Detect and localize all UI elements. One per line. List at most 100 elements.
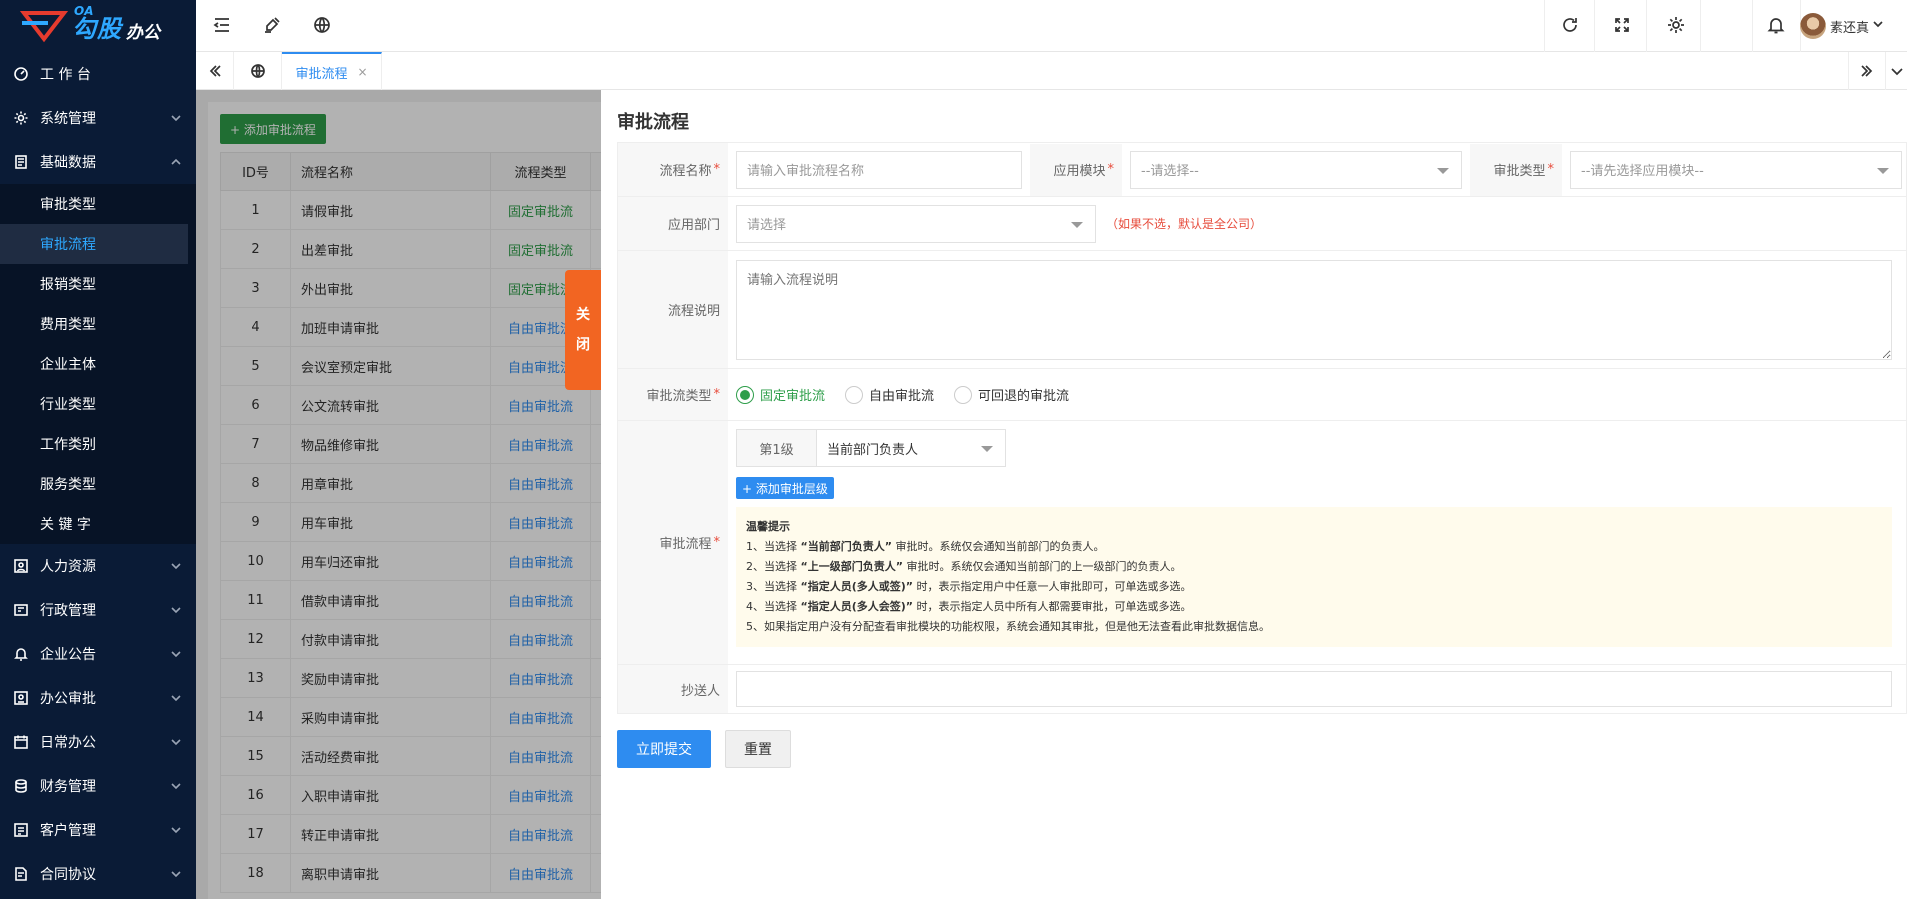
module-label: 应用模块 * bbox=[1030, 143, 1122, 196]
name-label: 流程名称 * bbox=[618, 143, 728, 196]
sidebar-subitem-1[interactable]: 审批流程 bbox=[0, 224, 188, 264]
sidebar-subitem-7[interactable]: 服务类型 bbox=[0, 464, 196, 504]
approval-icon bbox=[12, 689, 30, 707]
globe-icon[interactable] bbox=[310, 13, 334, 37]
tab-approval-flow[interactable]: 审批流程 × bbox=[282, 52, 382, 90]
reset-button[interactable]: 重置 bbox=[725, 730, 791, 768]
sidebar-subitem-2[interactable]: 报销类型 bbox=[0, 264, 196, 304]
dept-select[interactable]: 请选择 bbox=[736, 204, 1096, 243]
dept-hint: （如果不选，默认是全公司） bbox=[1106, 217, 1263, 231]
chevron-down-icon bbox=[170, 648, 182, 660]
close-char-2: 闭 bbox=[576, 337, 590, 353]
chevron-up-icon bbox=[170, 156, 182, 168]
module-select[interactable]: --请选择-- bbox=[1130, 150, 1462, 189]
settings-icon bbox=[12, 109, 30, 127]
level-tag: 第1级 bbox=[737, 430, 817, 466]
tip-line: 2、当选择 “上一级部门负责人” 审批时。系统仅会通知当前部门的上一级部门的负责… bbox=[746, 560, 1182, 573]
home-tab-icon[interactable] bbox=[234, 52, 282, 90]
chevron-down-icon bbox=[170, 692, 182, 704]
close-char-1: 关 bbox=[576, 307, 590, 323]
bell-icon[interactable] bbox=[1764, 13, 1788, 37]
sidebar-submenu: 审批类型 审批流程 报销类型 费用类型 企业主体 行业类型 工作类别 服务类型关 键 字 bbox=[0, 184, 196, 544]
sidebar-item-10[interactable]: 合同协议 bbox=[0, 852, 196, 896]
clean-cache-icon[interactable] bbox=[260, 13, 284, 37]
sidebar-item-5[interactable]: 企业公告 bbox=[0, 632, 196, 676]
flow-form: 流程名称 * 请输入审批流程名称 应用模块 * --请选择-- 审批类型 * --请先… bbox=[617, 142, 1907, 714]
chevron-down-icon bbox=[170, 868, 182, 880]
sidebar-item-label: 人力资源 bbox=[40, 559, 96, 575]
sidebar-subitem-8[interactable]: 关 键 字 bbox=[0, 504, 196, 544]
sidebar-item-label: 基础数据 bbox=[40, 155, 96, 171]
type-select[interactable]: --请先选择应用模块-- bbox=[1570, 150, 1902, 189]
chevron-down-icon bbox=[170, 560, 182, 572]
user-menu[interactable]: 素还真 bbox=[1799, 13, 1885, 39]
sidebar-item-3[interactable]: 人力资源 bbox=[0, 544, 196, 588]
tip-line: 3、当选择 “指定人员(多人或签)” 时，表示指定用户中任意一人审批即可，可单选… bbox=[746, 580, 1192, 593]
chevron-down-icon bbox=[170, 112, 182, 124]
menu-collapse-icon[interactable] bbox=[210, 13, 234, 37]
chevron-down-icon bbox=[170, 736, 182, 748]
logo-sub: 办公 bbox=[126, 22, 160, 43]
sidebar-item-6[interactable]: 办公审批 bbox=[0, 676, 196, 720]
sidebar-item-7[interactable]: 日常办公 bbox=[0, 720, 196, 764]
sidebar-item-1[interactable]: 系统管理 bbox=[0, 96, 196, 140]
level-select[interactable]: 当前部门负责人 bbox=[817, 430, 1005, 466]
close-icon[interactable]: × bbox=[357, 65, 367, 79]
sidebar-item-2[interactable]: 基础数据 bbox=[0, 140, 196, 184]
sidebar-subitem-4[interactable]: 企业主体 bbox=[0, 344, 196, 384]
bell-icon bbox=[12, 645, 30, 663]
form-row-basic: 流程名称 * 请输入审批流程名称 应用模块 * --请选择-- 审批类型 * --请先… bbox=[618, 143, 1906, 197]
tabs-dropdown-icon[interactable] bbox=[1886, 52, 1907, 90]
flowtype-label: 审批流类型 * bbox=[618, 369, 728, 420]
tabs-scroll-right-icon[interactable] bbox=[1848, 52, 1886, 90]
sidebar-item-0[interactable]: 工 作 台 bbox=[0, 52, 196, 96]
person-icon bbox=[12, 557, 30, 575]
submit-button[interactable]: 立即提交 bbox=[617, 730, 711, 768]
sidebar: OA 勾股 办公 工 作 台系统管理 基础数据 审批类型 审批流程 报销类型 费用类型 企业… bbox=[0, 0, 196, 899]
sidebar-item-label: 客户管理 bbox=[40, 823, 96, 839]
add-level-button[interactable]: + 添加审批层级 bbox=[736, 477, 834, 499]
desc-textarea[interactable] bbox=[736, 259, 1892, 360]
radio-rollback-flow[interactable]: 可回退的审批流 bbox=[954, 385, 1069, 404]
dept-label: 应用部门 bbox=[618, 197, 728, 250]
fullscreen-icon[interactable] bbox=[1610, 13, 1634, 37]
sidebar-subitem-0[interactable]: 审批类型 bbox=[0, 184, 196, 224]
level-row: 第1级 当前部门负责人 bbox=[736, 429, 1006, 467]
sidebar-item-8[interactable]: 财务管理 bbox=[0, 764, 196, 808]
sidebar-item-9[interactable]: 客户管理 bbox=[0, 808, 196, 852]
chevron-down-icon bbox=[170, 824, 182, 836]
close-drawer-button[interactable]: 关 闭 bbox=[565, 270, 601, 390]
finance-icon bbox=[12, 777, 30, 795]
tabs-scroll-left-icon[interactable] bbox=[196, 52, 234, 90]
topbar: 素还真 bbox=[196, 0, 1907, 52]
sidebar-item-4[interactable]: 行政管理 bbox=[0, 588, 196, 632]
sidebar-item-label: 系统管理 bbox=[40, 111, 96, 127]
flow-label: 审批流程 * bbox=[618, 421, 728, 664]
sidebar-subitem-5[interactable]: 行业类型 bbox=[0, 384, 196, 424]
customer-icon bbox=[12, 821, 30, 839]
sidebar-item-label: 行政管理 bbox=[40, 603, 96, 619]
chevron-down-icon bbox=[170, 604, 182, 616]
desc-label: 流程说明 bbox=[618, 251, 728, 368]
overlay-mask[interactable] bbox=[196, 90, 601, 899]
sidebar-nav: 工 作 台系统管理基础数据审批类型 审批流程 报销类型 费用类型 企业主体 行业类型 工作类… bbox=[0, 52, 196, 896]
flow-name-input[interactable]: 请输入审批流程名称 bbox=[736, 150, 1022, 189]
tip-line: 4、当选择 “指定人员(多人会签)” 时，表示指定人员中所有人都需要审批，可单选… bbox=[746, 600, 1192, 613]
type-label: 审批类型 * bbox=[1470, 143, 1562, 196]
sidebar-item-label: 工 作 台 bbox=[40, 67, 91, 83]
radio-free-flow[interactable]: 自由审批流 bbox=[845, 385, 934, 404]
logo-mark-icon bbox=[19, 9, 69, 43]
calendar-icon bbox=[12, 733, 30, 751]
sidebar-subitem-6[interactable]: 工作类别 bbox=[0, 424, 196, 464]
form-row-flow: 审批流程 * 第1级 当前部门负责人 + 添加审批层级 温馨提示 1、当选择 “当… bbox=[618, 421, 1906, 665]
cc-input[interactable] bbox=[736, 671, 1892, 707]
refresh-icon[interactable] bbox=[1558, 13, 1582, 37]
sidebar-subitem-3[interactable]: 费用类型 bbox=[0, 304, 196, 344]
logo[interactable]: OA 勾股 办公 bbox=[0, 0, 196, 52]
tab-bar: 审批流程 × bbox=[196, 52, 1907, 90]
radio-fixed-flow[interactable]: 固定审批流 bbox=[736, 385, 825, 404]
sidebar-item-label: 日常办公 bbox=[40, 735, 96, 751]
avatar bbox=[1799, 13, 1826, 39]
sidebar-item-label: 办公审批 bbox=[40, 691, 96, 707]
gear-icon[interactable] bbox=[1664, 13, 1688, 37]
